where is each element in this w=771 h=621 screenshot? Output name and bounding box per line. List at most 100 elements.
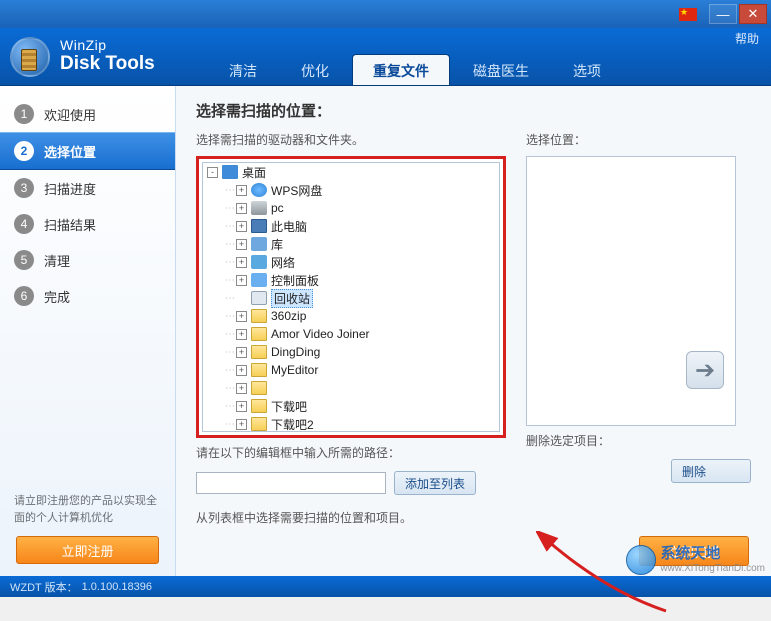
step-label: 清理 <box>44 251 70 270</box>
step-label: 欢迎使用 <box>44 105 96 124</box>
version-value: 1.0.100.18396 <box>82 581 152 593</box>
tree-node[interactable]: ⋯+ <box>203 379 499 397</box>
expander-icon[interactable]: + <box>236 329 247 340</box>
pc-icon <box>251 201 267 215</box>
wizard-step-2[interactable]: 2选择位置 <box>0 132 175 170</box>
sub-instruction: 选择需扫描的驱动器和文件夹。 <box>196 131 506 148</box>
path-note: 请在以下的编辑框中输入所需的路径： <box>196 444 506 461</box>
tree-node-label: DingDing <box>271 345 320 359</box>
tree-node[interactable]: ⋯+下载吧2 <box>203 415 499 432</box>
folder-icon <box>251 381 267 395</box>
tree-node[interactable]: ⋯+360zip <box>203 307 499 325</box>
cloud-icon <box>251 183 267 197</box>
expander-icon[interactable]: + <box>236 347 247 358</box>
expander-icon[interactable]: + <box>236 419 247 430</box>
add-to-list-button[interactable]: 添加至列表 <box>394 471 476 495</box>
expander-icon[interactable]: + <box>236 239 247 250</box>
wizard-step-1[interactable]: 1 欢迎使用 <box>0 96 175 132</box>
brand-line2: Disk Tools <box>60 54 155 75</box>
bin-icon <box>251 291 267 305</box>
expander-icon[interactable]: + <box>236 383 247 394</box>
tab-3[interactable]: 磁盘医生 <box>452 54 550 85</box>
main-panel: 选择需扫描的位置： 选择需扫描的驱动器和文件夹。 - 桌面⋯+WPS网盘 ⋯+ pc ⋯… <box>176 86 771 576</box>
tree-node[interactable]: - 桌面 <box>203 163 499 181</box>
lang-flag-icon[interactable] <box>679 8 697 21</box>
tree-node-label: 此电脑 <box>271 218 307 235</box>
step-label: 扫描结果 <box>44 215 96 234</box>
cpl-icon <box>251 273 267 287</box>
tree-node-label: pc <box>271 201 284 215</box>
tree-node[interactable]: ⋯+Amor Video Joiner <box>203 325 499 343</box>
brand-line1: WinZip <box>60 38 155 53</box>
tree-highlight-box: -桌面⋯+WPS网盘⋯+pc⋯+此电脑⋯+库⋯+网络⋯+控制面板⋯回收站⋯+36… <box>196 156 506 438</box>
tree-node[interactable]: ⋯回收站 <box>203 289 499 307</box>
brand-area: WinZip Disk Tools <box>0 37 188 77</box>
tree-node-label: MyEditor <box>271 363 318 377</box>
folder-tree[interactable]: -桌面⋯+WPS网盘⋯+pc⋯+此电脑⋯+库⋯+网络⋯+控制面板⋯回收站⋯+36… <box>202 162 500 432</box>
list-note: 从列表框中选择需要扫描的位置和项目。 <box>196 509 751 526</box>
tab-0[interactable]: 清洁 <box>208 54 278 85</box>
help-link[interactable]: 帮助 <box>735 30 759 47</box>
tab-4[interactable]: 选项 <box>552 54 622 85</box>
expander-icon[interactable]: + <box>236 275 247 286</box>
path-input[interactable] <box>196 472 386 494</box>
tree-node[interactable]: ⋯+此电脑 <box>203 217 499 235</box>
expander-icon[interactable]: + <box>236 185 247 196</box>
expander-icon[interactable]: + <box>236 365 247 376</box>
page-heading: 选择需扫描的位置： <box>196 100 751 121</box>
register-note: 请立即注册您的产品以实现全面的个人计算机优化 <box>0 493 175 536</box>
wizard-sidebar: 1 欢迎使用 2选择位置3扫描进度4扫描结果 5 清理 6 完成 请立即注册您的产品以实现全… <box>0 86 176 576</box>
net-icon <box>251 255 267 269</box>
tree-node[interactable]: ⋯+MyEditor <box>203 361 499 379</box>
tab-1[interactable]: 优化 <box>280 54 350 85</box>
desktop-icon <box>222 165 238 179</box>
expander-icon[interactable]: + <box>236 221 247 232</box>
watermark-title: 系统天地 <box>660 546 765 563</box>
app-body: 1 欢迎使用 2选择位置3扫描进度4扫描结果 5 清理 6 完成 请立即注册您的产品以实现全… <box>0 86 771 576</box>
status-bar: WZDT 版本： 1.0.100.18396 <box>0 576 771 597</box>
watermark-icon <box>626 545 656 575</box>
minimize-button[interactable]: — <box>709 4 737 24</box>
step-badge: 3 <box>14 178 34 198</box>
add-arrow-button[interactable]: ➔ <box>686 351 724 389</box>
expander-icon[interactable]: + <box>236 311 247 322</box>
register-button[interactable]: 立即注册 <box>16 536 159 564</box>
wizard-step-5[interactable]: 5 清理 <box>0 242 175 278</box>
tree-node[interactable]: ⋯+下载吧 <box>203 397 499 415</box>
brand-text: WinZip Disk Tools <box>60 38 155 74</box>
expander-icon[interactable]: + <box>236 203 247 214</box>
expander-icon[interactable]: + <box>236 401 247 412</box>
main-tabs: 清洁优化重复文件磁盘医生选项 <box>208 28 624 85</box>
tree-node[interactable]: ⋯+库 <box>203 235 499 253</box>
tree-node[interactable]: ⋯+控制面板 <box>203 271 499 289</box>
tree-node-label: Amor Video Joiner <box>271 327 370 341</box>
tree-node[interactable]: ⋯+WPS网盘 <box>203 181 499 199</box>
step-badge: 5 <box>14 250 34 270</box>
delete-button[interactable]: 删除 <box>671 459 751 483</box>
tree-node-label: 下载吧 <box>271 398 307 415</box>
step-badge: 6 <box>14 286 34 306</box>
folder-icon <box>251 345 267 359</box>
watermark-url: www.XiTongTianDi.com <box>660 563 765 574</box>
step-label: 完成 <box>44 287 70 306</box>
tree-node-label: 下载吧2 <box>271 416 314 433</box>
tree-node[interactable]: ⋯+DingDing <box>203 343 499 361</box>
folder-icon <box>251 327 267 341</box>
close-button[interactable]: ✕ <box>739 4 767 24</box>
tab-2[interactable]: 重复文件 <box>352 54 450 85</box>
wizard-step-4[interactable]: 4扫描结果 <box>0 206 175 242</box>
window-titlebar: — ✕ <box>0 0 771 28</box>
folder-icon <box>251 363 267 377</box>
expander-icon[interactable]: - <box>207 167 218 178</box>
wizard-step-6[interactable]: 6 完成 <box>0 278 175 314</box>
delete-label: 删除选定项目： <box>526 432 751 449</box>
tree-node[interactable]: ⋯+网络 <box>203 253 499 271</box>
app-logo-icon <box>10 37 50 77</box>
app-header: WinZip Disk Tools 清洁优化重复文件磁盘医生选项 帮助 <box>0 28 771 86</box>
step-label: 选择位置 <box>44 142 96 161</box>
step-badge: 1 <box>14 104 34 124</box>
tree-node[interactable]: ⋯+pc <box>203 199 499 217</box>
expander-icon[interactable]: + <box>236 257 247 268</box>
wizard-step-3[interactable]: 3扫描进度 <box>0 170 175 206</box>
tree-node-label: 桌面 <box>242 164 266 181</box>
